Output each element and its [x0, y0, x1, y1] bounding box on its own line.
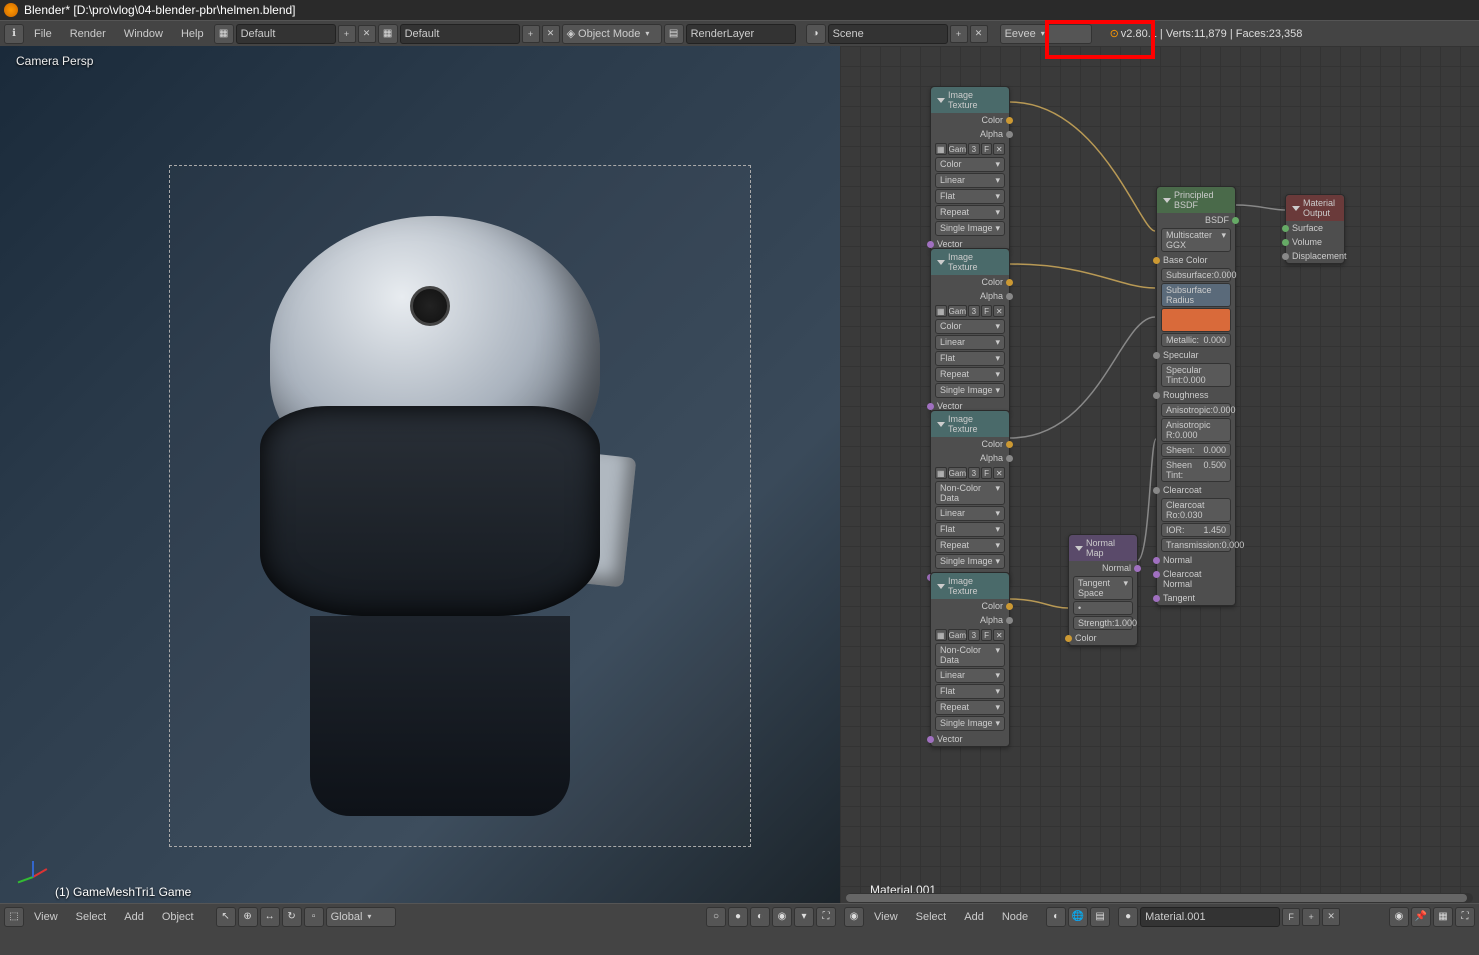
horizontal-scrollbar[interactable]: [846, 893, 1473, 903]
mode-dropdown[interactable]: ◈ Object Mode ▾: [562, 24, 662, 44]
node-image-texture-3[interactable]: Image Texture Color Alpha ▦Gam3F✕ Non-Co…: [930, 410, 1010, 585]
use-nodes-toggle-icon[interactable]: ◉: [1389, 907, 1409, 927]
menu-window[interactable]: Window: [116, 28, 171, 40]
shader-type-icon[interactable]: ◐: [1046, 907, 1066, 927]
window-titlebar: Blender* [D:\pro\vlog\04-blender-pbr\hel…: [0, 0, 1479, 20]
node-editor-header: ◉ View Select Add Node ◐ 🌐 ▤ ● Material.…: [840, 903, 1479, 929]
material-fake-user-button[interactable]: F: [1282, 908, 1300, 926]
ne-menu-select[interactable]: Select: [908, 911, 955, 923]
chevron-updown-icon: ▾: [645, 29, 649, 38]
overlays-dropdown-button[interactable]: ▾: [794, 907, 814, 927]
backdrop-icon[interactable]: ▦: [1433, 907, 1453, 927]
material-name-field[interactable]: Material.001: [1140, 907, 1280, 927]
cursor-tool-icon[interactable]: ↖: [216, 907, 236, 927]
view-perspective-label: Camera Persp: [16, 54, 93, 68]
add-layout-button[interactable]: +: [338, 25, 356, 43]
add-scene-button[interactable]: +: [950, 25, 968, 43]
ne-menu-view[interactable]: View: [866, 911, 906, 923]
node-editor[interactable]: Image Texture Color Alpha ▦Gam3F✕ Color▾…: [840, 46, 1479, 929]
material-add-button[interactable]: +: [1302, 908, 1320, 926]
manipulator-rotate-icon[interactable]: ↻: [282, 907, 302, 927]
node-image-texture-2[interactable]: Image Texture Color Alpha ▦Gam3F✕ Color▾…: [930, 248, 1010, 414]
manipulator-move-icon[interactable]: ↔: [260, 907, 280, 927]
3d-viewport[interactable]: Camera Persp (1) GameMeshTri1 Game ⬚ Vie…: [0, 46, 840, 929]
render-layer-field[interactable]: RenderLayer: [686, 24, 796, 44]
editor-type-nodeeditor-icon[interactable]: ◉: [844, 907, 864, 927]
delete-scene-layout-button[interactable]: ✕: [542, 25, 560, 43]
scene-layout-field[interactable]: Default: [400, 24, 520, 44]
add-scene-layout-button[interactable]: +: [522, 25, 540, 43]
shading-solid-icon[interactable]: ●: [728, 907, 748, 927]
delete-layout-button[interactable]: ✕: [358, 25, 376, 43]
linestyle-type-icon[interactable]: ▤: [1090, 907, 1110, 927]
world-type-icon[interactable]: 🌐: [1068, 907, 1088, 927]
material-delete-button[interactable]: ✕: [1322, 908, 1340, 926]
manipulator-scale-icon[interactable]: ▫: [304, 907, 324, 927]
maximize-area-icon[interactable]: ⛶: [816, 907, 836, 927]
screen-layout-browse-icon[interactable]: ▦: [214, 24, 234, 44]
menu-render[interactable]: Render: [62, 28, 114, 40]
vp-menu-view[interactable]: View: [26, 911, 66, 923]
info-header: ℹ File Render Window Help ▦ Default + ✕ …: [0, 20, 1479, 46]
vp-menu-add[interactable]: Add: [116, 911, 152, 923]
active-object-label: (1) GameMeshTri1 Game: [55, 885, 191, 899]
cube-icon: ◈: [567, 27, 575, 40]
screen-layout-field[interactable]: Default: [236, 24, 336, 44]
render-layer-browse-icon[interactable]: ▤: [664, 24, 684, 44]
rendered-object-preview: [200, 216, 660, 816]
manipulator-toggle-icon[interactable]: ⊕: [238, 907, 258, 927]
ne-menu-add[interactable]: Add: [956, 911, 992, 923]
shading-rendered-icon[interactable]: ◉: [772, 907, 792, 927]
editor-type-3dview-icon[interactable]: ⬚: [4, 907, 24, 927]
menu-file[interactable]: File: [26, 28, 60, 40]
vp-menu-object[interactable]: Object: [154, 911, 202, 923]
node-normal-map[interactable]: Normal Map Normal Tangent Space▾ • Stren…: [1068, 534, 1138, 646]
pin-icon[interactable]: 📌: [1411, 907, 1431, 927]
ne-menu-node[interactable]: Node: [994, 911, 1036, 923]
shading-wire-icon[interactable]: ○: [706, 907, 726, 927]
shading-lookdev-icon[interactable]: ◐: [750, 907, 770, 927]
node-image-texture-1[interactable]: Image Texture Color Alpha ▦Gam3F✕ Color▾…: [930, 86, 1010, 252]
orientation-dropdown[interactable]: Global▾: [326, 907, 396, 927]
window-title: Blender* [D:\pro\vlog\04-blender-pbr\hel…: [24, 3, 296, 17]
scene-field[interactable]: Scene: [828, 24, 948, 44]
viewport-header: ⬚ View Select Add Object ↖ ⊕ ↔ ↻ ▫ Globa…: [0, 903, 840, 929]
scene-layout-browse-icon[interactable]: ▦: [378, 24, 398, 44]
node-principled-bsdf[interactable]: Principled BSDF BSDF Multiscatter GGX▾ B…: [1156, 186, 1236, 606]
highlight-rectangle: [1045, 20, 1155, 59]
node-material-output[interactable]: Material Output Surface Volume Displacem…: [1285, 194, 1345, 264]
delete-scene-button[interactable]: ✕: [970, 25, 988, 43]
axis-gizmo: [16, 859, 50, 893]
editor-type-icon[interactable]: ℹ: [4, 24, 24, 44]
vp-menu-select[interactable]: Select: [68, 911, 115, 923]
main-area: Camera Persp (1) GameMeshTri1 Game ⬚ Vie…: [0, 46, 1479, 929]
node-image-texture-4[interactable]: Image Texture Color Alpha ▦Gam3F✕ Non-Co…: [930, 572, 1010, 747]
material-browse-icon[interactable]: ●: [1118, 907, 1138, 927]
scene-browse-icon[interactable]: ◑: [806, 24, 826, 44]
maximize-area-icon[interactable]: ⛶: [1455, 907, 1475, 927]
blender-logo-icon: [4, 3, 18, 17]
menu-help[interactable]: Help: [173, 28, 212, 40]
